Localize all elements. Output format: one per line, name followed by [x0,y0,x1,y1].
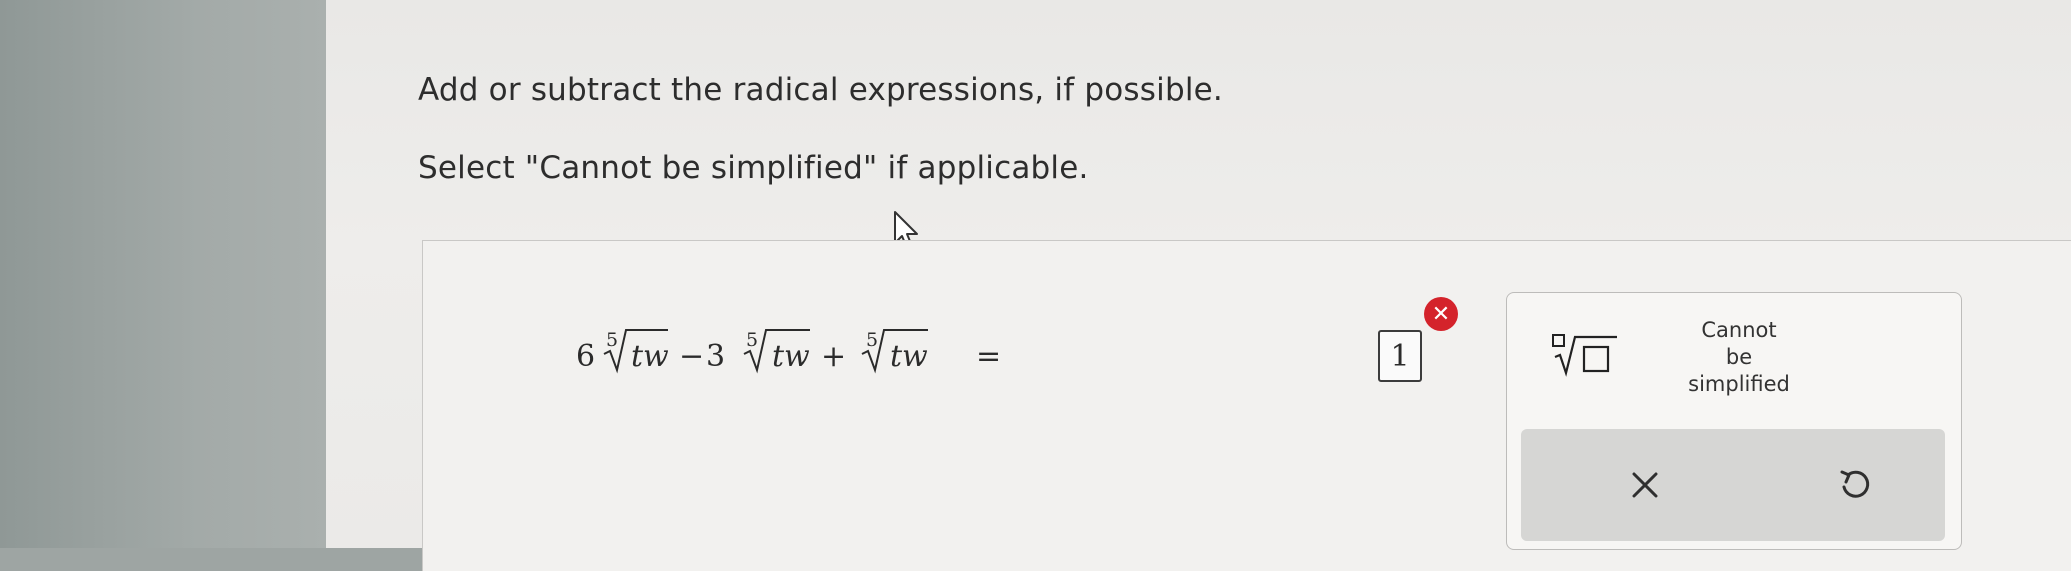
term-2-radicand: tw [772,339,810,374]
undo-icon [1840,470,1870,498]
plus-operator: + [821,339,846,374]
math-keypad: Cannot be simplified [1506,292,1962,550]
page-screen: Add or subtract the radical expressions,… [326,0,2071,571]
term-1-radicand: tw [631,339,669,374]
cannot-label-line-2: be [1725,345,1753,369]
instruction-note: Select "Cannot be simplified" if applica… [418,150,1089,186]
term-1-index: 5 [606,329,618,351]
nth-root-template-icon [1552,334,1617,377]
clear-button[interactable] [1617,457,1673,513]
cannot-label-line-3: simplified [1688,372,1790,396]
term-3-radicand: tw [890,339,928,374]
term-2-index: 5 [746,329,758,351]
undo-button[interactable] [1827,457,1883,513]
term-1-coefficient: 6 [576,339,595,374]
equals-sign: = [976,339,1001,374]
term-2-coefficient: 3 [706,339,725,374]
nth-root-button[interactable] [1551,329,1621,379]
close-icon [1632,472,1658,498]
minus-operator: − [679,339,704,374]
monitor-bezel [0,0,330,548]
cannot-label-line-1: Cannot [1701,318,1777,342]
cannot-be-simplified-button[interactable]: Cannot be simplified [1669,317,1809,397]
term-3-index: 5 [866,329,878,351]
keypad-action-bar [1521,429,1945,541]
incorrect-x-icon: ✕ [1424,297,1458,331]
answer-input[interactable]: 1 [1378,330,1422,382]
instruction-text: Add or subtract the radical expressions,… [418,72,1223,108]
